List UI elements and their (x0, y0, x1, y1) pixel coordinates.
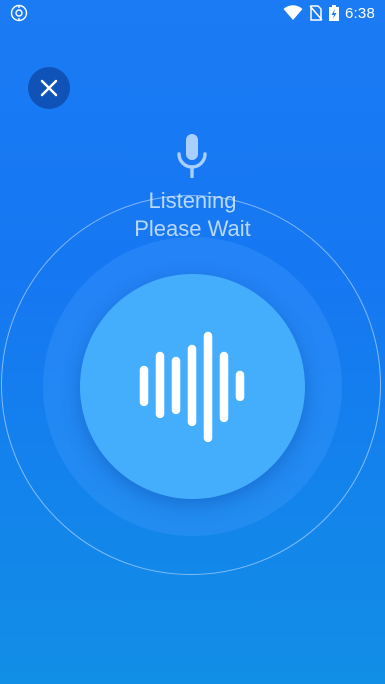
wifi-icon (283, 5, 303, 20)
microphone-icon (177, 134, 207, 178)
listening-button[interactable] (80, 274, 305, 499)
no-sim-icon (309, 5, 323, 21)
close-icon (40, 79, 58, 97)
battery-charging-icon (329, 5, 339, 21)
status-bar: 6:38 (0, 0, 385, 26)
status-time: 6:38 (345, 4, 375, 22)
waveform-icon (139, 331, 245, 443)
settings-app-icon (10, 4, 28, 22)
close-button[interactable] (28, 67, 70, 109)
